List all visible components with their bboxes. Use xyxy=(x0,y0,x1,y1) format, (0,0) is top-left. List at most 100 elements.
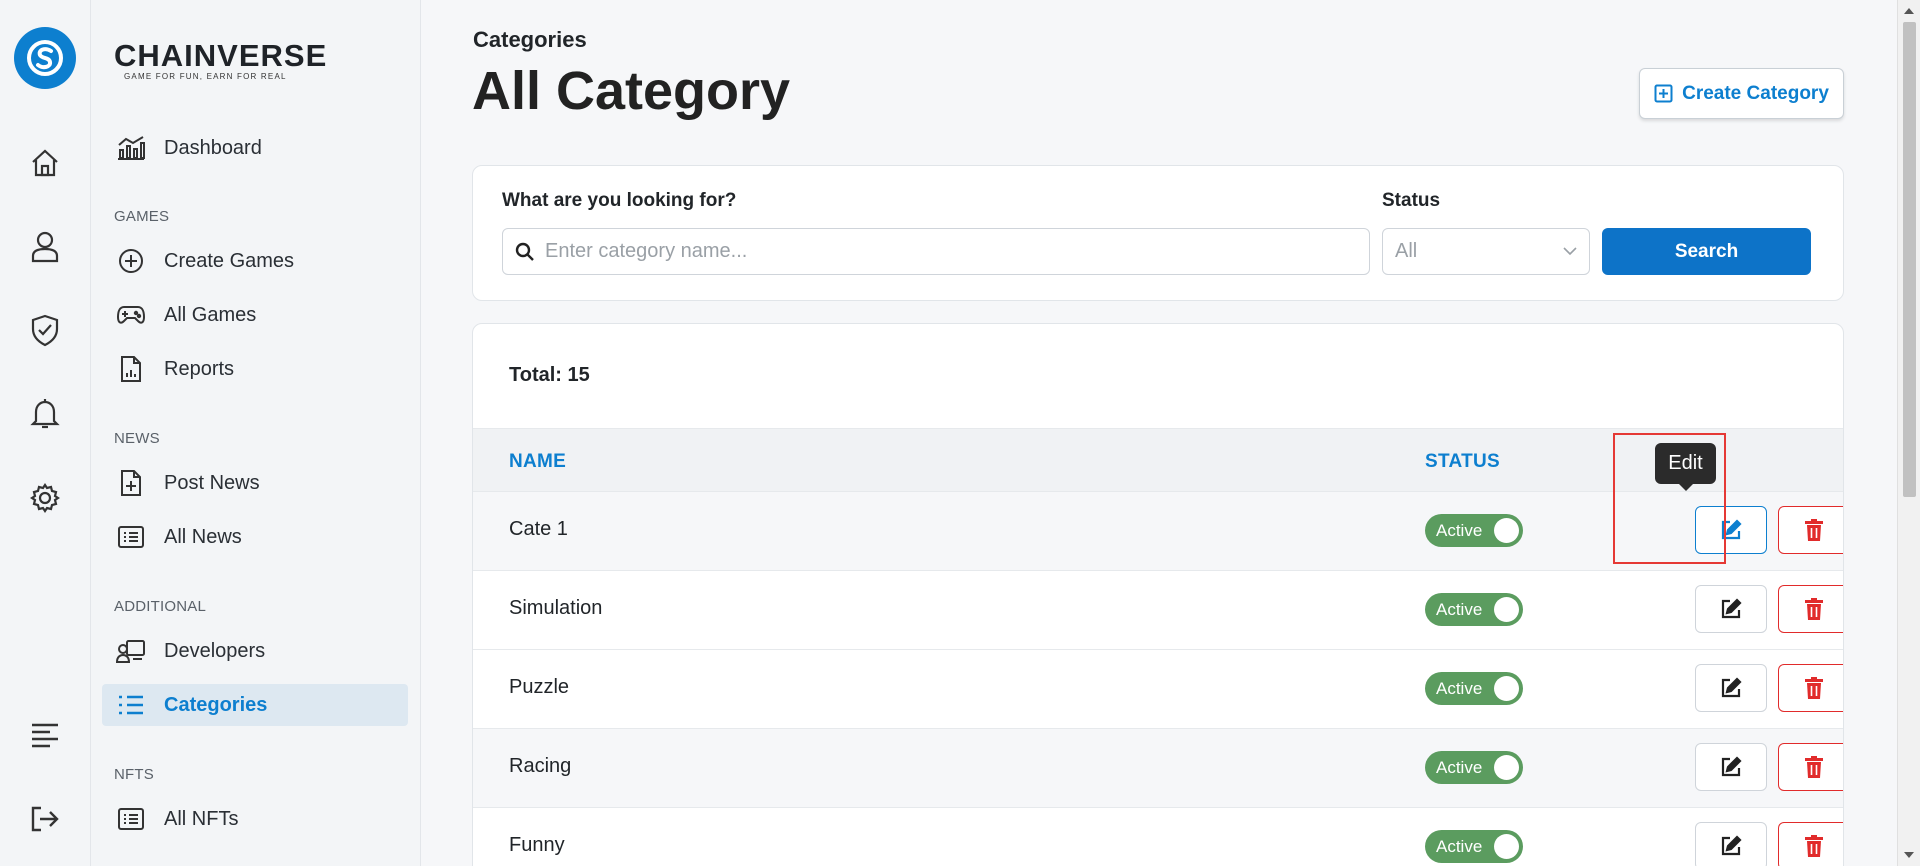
sidebar-item-categories[interactable]: Categories xyxy=(102,684,408,726)
toggle-knob xyxy=(1494,755,1519,780)
shield-check-icon[interactable] xyxy=(26,311,64,349)
sidebar-item-label: Create Games xyxy=(164,249,295,272)
trash-icon xyxy=(1805,598,1823,620)
user-icon[interactable] xyxy=(26,228,64,266)
sidebar-item-label: All Games xyxy=(164,303,257,326)
toggle-knob xyxy=(1494,676,1519,701)
sidebar-item-label: Post News xyxy=(164,471,260,494)
sidebar-item-all-news[interactable]: All News xyxy=(102,516,408,558)
chart-icon xyxy=(116,133,146,163)
category-name: Simulation xyxy=(509,597,603,619)
plus-circle-icon xyxy=(116,246,146,276)
status-select-value: All xyxy=(1395,240,1418,262)
delete-button[interactable] xyxy=(1778,664,1843,712)
edit-button[interactable] xyxy=(1695,506,1767,554)
scroll-up-arrow-icon[interactable] xyxy=(1904,8,1914,14)
brand-name: CHAINVERSE xyxy=(114,38,328,73)
sidebar-item-all-games[interactable]: All Games xyxy=(102,294,408,336)
search-label: What are you looking for? xyxy=(502,190,737,211)
edit-button[interactable] xyxy=(1695,822,1767,866)
list-box-icon xyxy=(116,804,146,834)
list-icon xyxy=(116,690,146,720)
trash-icon xyxy=(1805,756,1823,778)
status-toggle[interactable]: Active xyxy=(1425,514,1523,547)
status-toggle[interactable]: Active xyxy=(1425,830,1523,863)
sidebar-item-label: All NFTs xyxy=(164,807,239,830)
delete-button[interactable] xyxy=(1778,743,1843,791)
section-nfts: NFTS xyxy=(114,766,154,783)
chevron-down-icon xyxy=(1563,247,1577,256)
page-scrollbar[interactable] xyxy=(1897,0,1920,866)
sidebar-item-dashboard[interactable]: Dashboard xyxy=(102,127,408,169)
status-toggle[interactable]: Active xyxy=(1425,593,1523,626)
sidebar-item-label: All News xyxy=(164,525,242,548)
sidebar-item-label: Reports xyxy=(164,357,235,380)
create-category-button[interactable]: Create Category xyxy=(1639,68,1844,119)
search-button[interactable]: Search xyxy=(1602,228,1811,275)
status-toggle-label: Active xyxy=(1436,836,1483,856)
edit-tooltip: Edit xyxy=(1655,443,1716,491)
edit-button[interactable] xyxy=(1695,743,1767,791)
chainverse-logo-icon[interactable] xyxy=(14,27,76,89)
column-header-name[interactable]: NAME xyxy=(509,451,566,473)
filter-card: What are you looking for? Status All Sea… xyxy=(472,165,1844,301)
main-content: Categories All Category Create Category … xyxy=(421,0,1897,866)
home-icon[interactable] xyxy=(26,144,64,182)
column-header-status[interactable]: STATUS xyxy=(1425,451,1500,473)
category-name: Racing xyxy=(509,755,572,777)
delete-button[interactable] xyxy=(1778,506,1843,554)
table-row: Simulation Active xyxy=(473,571,1843,650)
report-icon xyxy=(116,354,146,384)
search-icon xyxy=(515,242,534,261)
search-input[interactable] xyxy=(545,240,1345,263)
category-name: Cate 1 xyxy=(509,518,568,540)
scrollbar-thumb[interactable] xyxy=(1903,22,1916,497)
breadcrumb: Categories xyxy=(473,27,587,52)
sidebar-item-label: Dashboard xyxy=(164,136,262,159)
sidebar-item-label: Categories xyxy=(164,693,268,716)
total-count: Total: 15 xyxy=(509,364,590,386)
trash-icon xyxy=(1805,519,1823,541)
edit-button[interactable] xyxy=(1695,585,1767,633)
edit-icon xyxy=(1721,519,1742,540)
sidebar-item-label: Developers xyxy=(164,639,266,662)
status-label: Status xyxy=(1382,190,1441,211)
edit-icon xyxy=(1721,835,1742,856)
edit-button[interactable] xyxy=(1695,664,1767,712)
bell-icon[interactable] xyxy=(26,395,64,433)
category-table-card: Total: 15 NAME STATUS Cate 1 Active Simu… xyxy=(472,323,1844,866)
status-toggle[interactable]: Active xyxy=(1425,751,1523,784)
sidebar-item-developers[interactable]: Developers xyxy=(102,630,408,672)
create-category-label: Create Category xyxy=(1682,82,1829,104)
nav-sidebar: CHAINVERSE GAME FOR FUN, EARN FOR REAL D… xyxy=(91,0,421,866)
trash-icon xyxy=(1805,835,1823,857)
section-additional: ADDITIONAL xyxy=(114,598,207,615)
logout-icon[interactable] xyxy=(26,800,64,838)
status-toggle-label: Active xyxy=(1436,599,1483,619)
icon-rail xyxy=(0,0,91,866)
scroll-down-arrow-icon[interactable] xyxy=(1904,852,1914,858)
toggle-knob xyxy=(1494,834,1519,859)
menu-collapse-icon[interactable] xyxy=(26,716,64,754)
sidebar-item-reports[interactable]: Reports xyxy=(102,348,408,390)
table-row: Funny Active xyxy=(473,808,1843,866)
status-toggle-label: Active xyxy=(1436,757,1483,777)
gear-icon[interactable] xyxy=(26,479,64,517)
sidebar-item-all-nfts[interactable]: All NFTs xyxy=(102,798,408,840)
status-toggle[interactable]: Active xyxy=(1425,672,1523,705)
delete-button[interactable] xyxy=(1778,585,1843,633)
category-name: Funny xyxy=(509,834,565,856)
trash-icon xyxy=(1805,677,1823,699)
status-toggle-label: Active xyxy=(1436,520,1483,540)
toggle-knob xyxy=(1494,597,1519,622)
delete-button[interactable] xyxy=(1778,822,1843,866)
status-select[interactable]: All xyxy=(1382,228,1590,275)
section-games: GAMES xyxy=(114,208,170,225)
toggle-knob xyxy=(1494,518,1519,543)
gamepad-icon xyxy=(116,300,146,330)
table-row: Puzzle Active xyxy=(473,650,1843,729)
brand-logo[interactable]: CHAINVERSE GAME FOR FUN, EARN FOR REAL xyxy=(114,38,327,81)
search-field[interactable] xyxy=(502,228,1370,275)
sidebar-item-create-games[interactable]: Create Games xyxy=(102,240,408,282)
sidebar-item-post-news[interactable]: Post News xyxy=(102,462,408,504)
